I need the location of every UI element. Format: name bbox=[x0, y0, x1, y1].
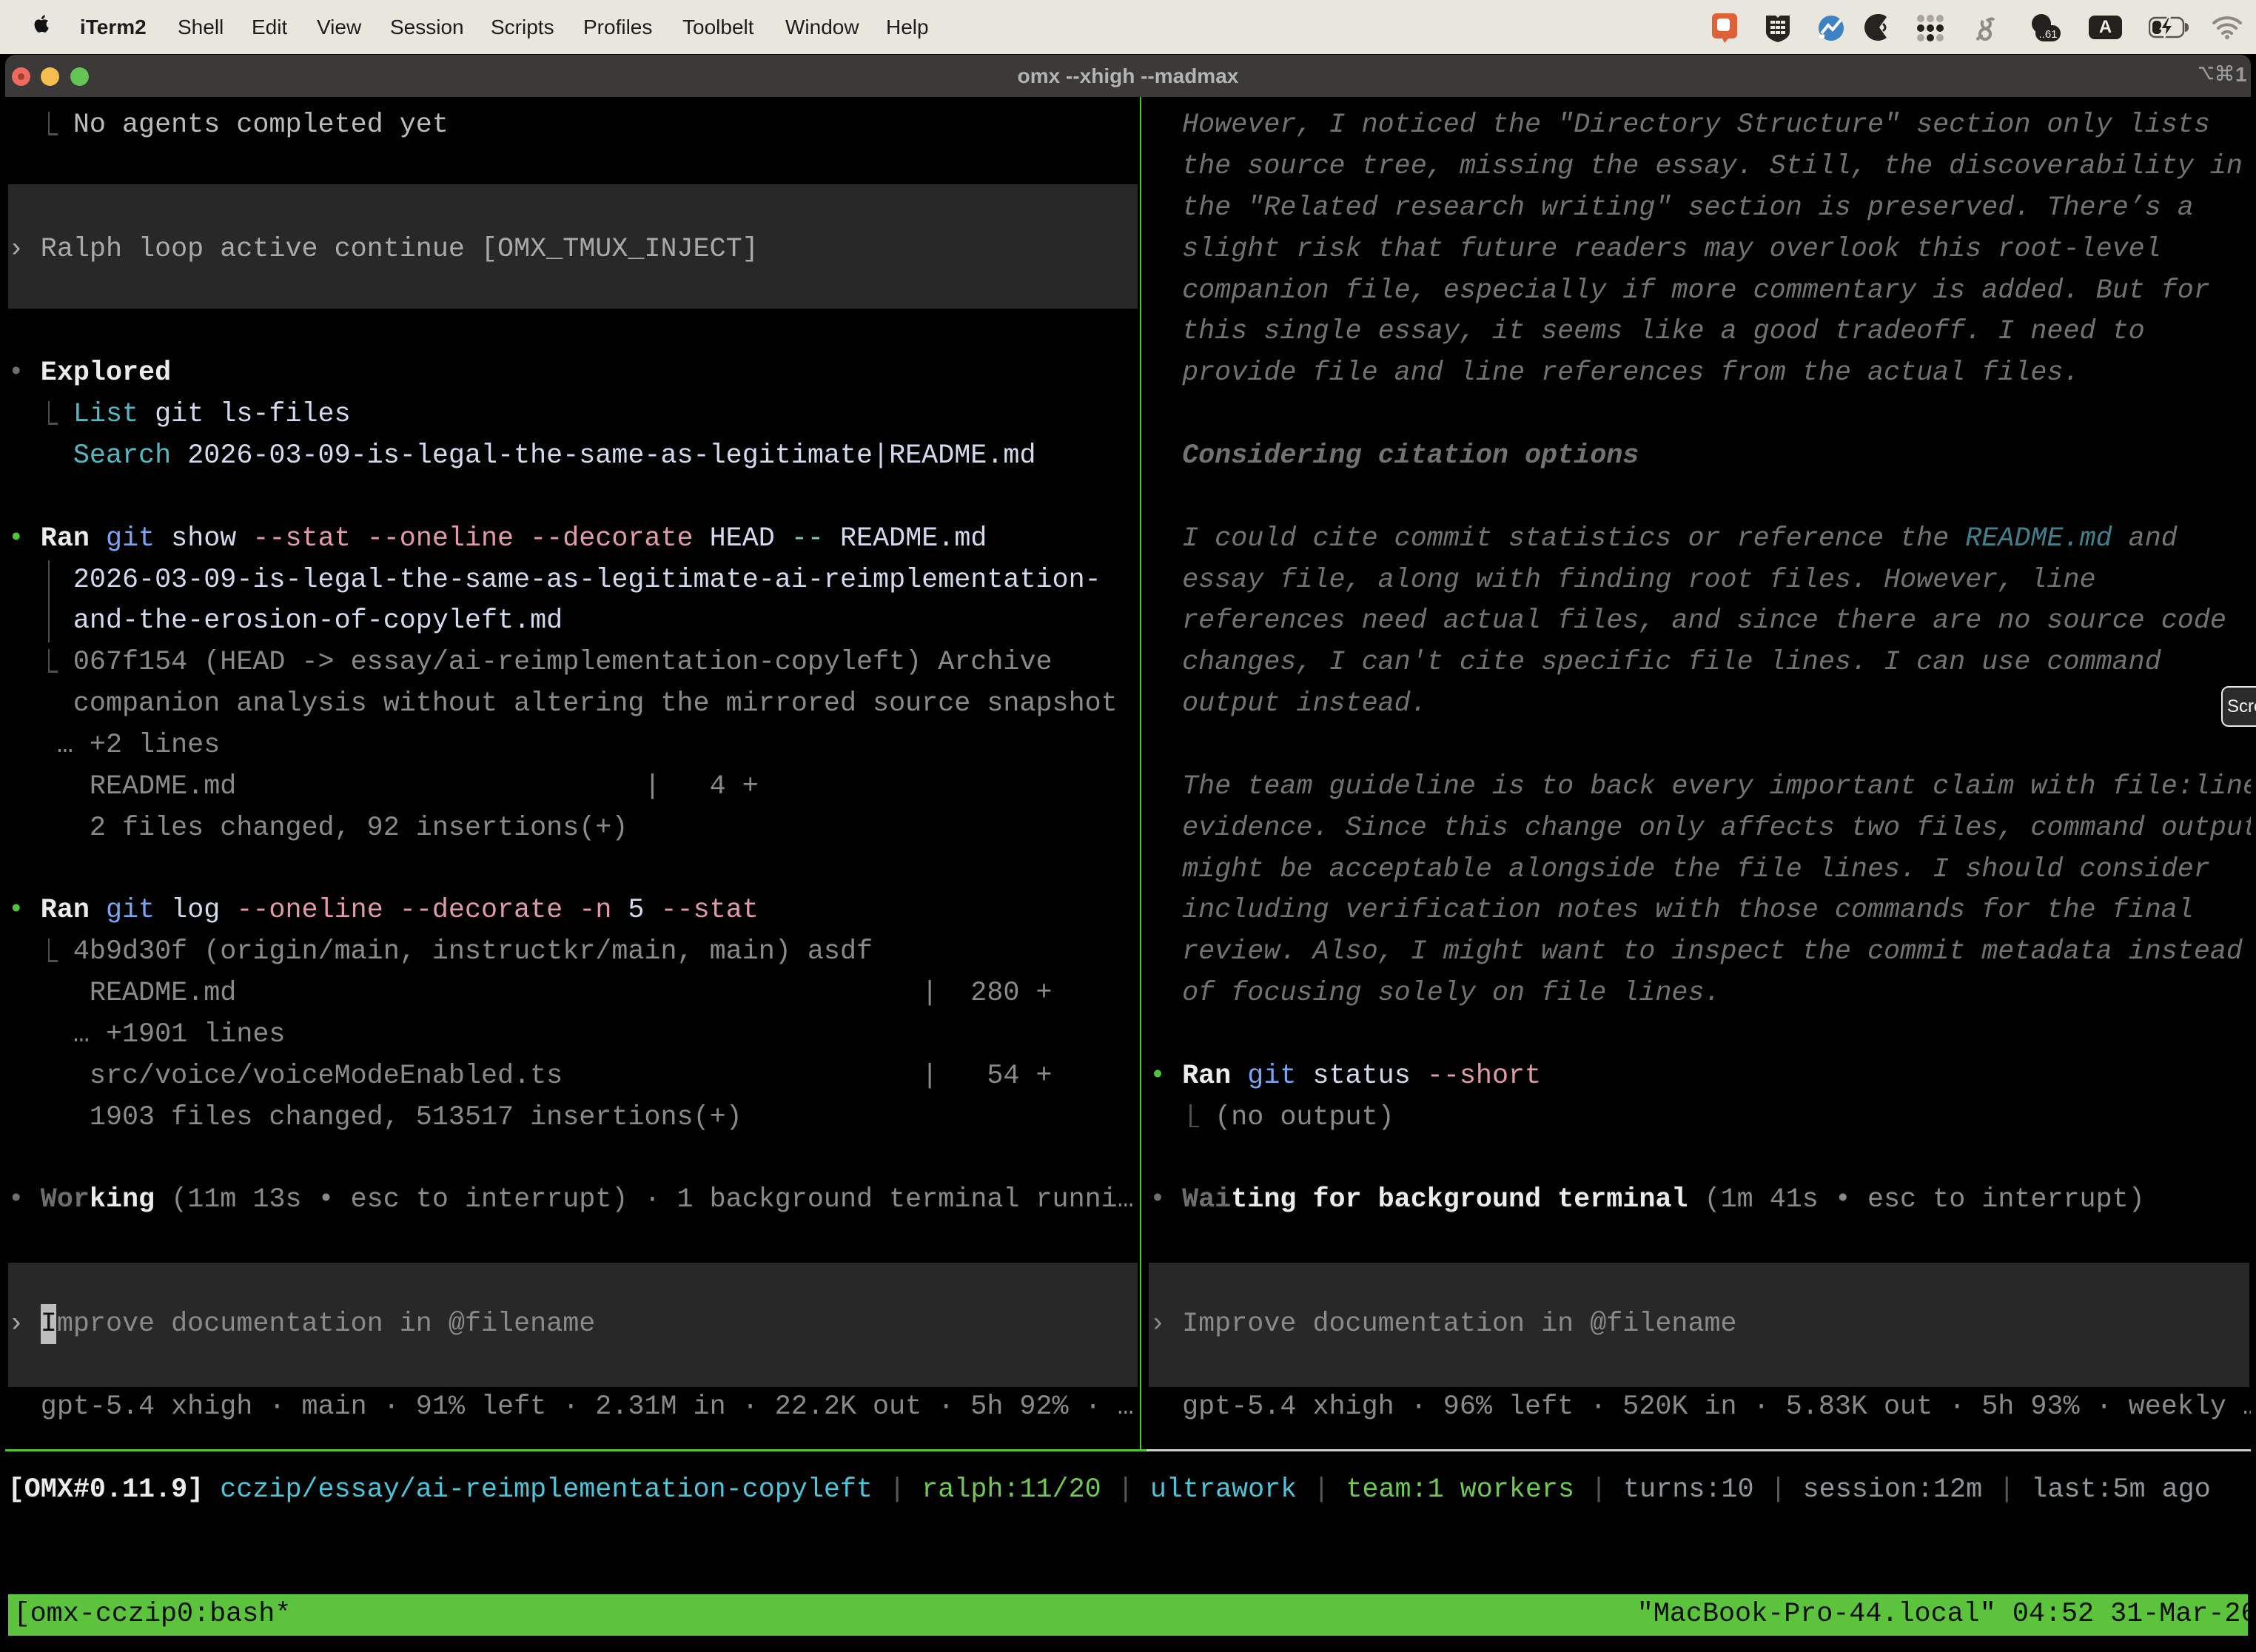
svg-text:..61: ..61 bbox=[2038, 28, 2057, 41]
